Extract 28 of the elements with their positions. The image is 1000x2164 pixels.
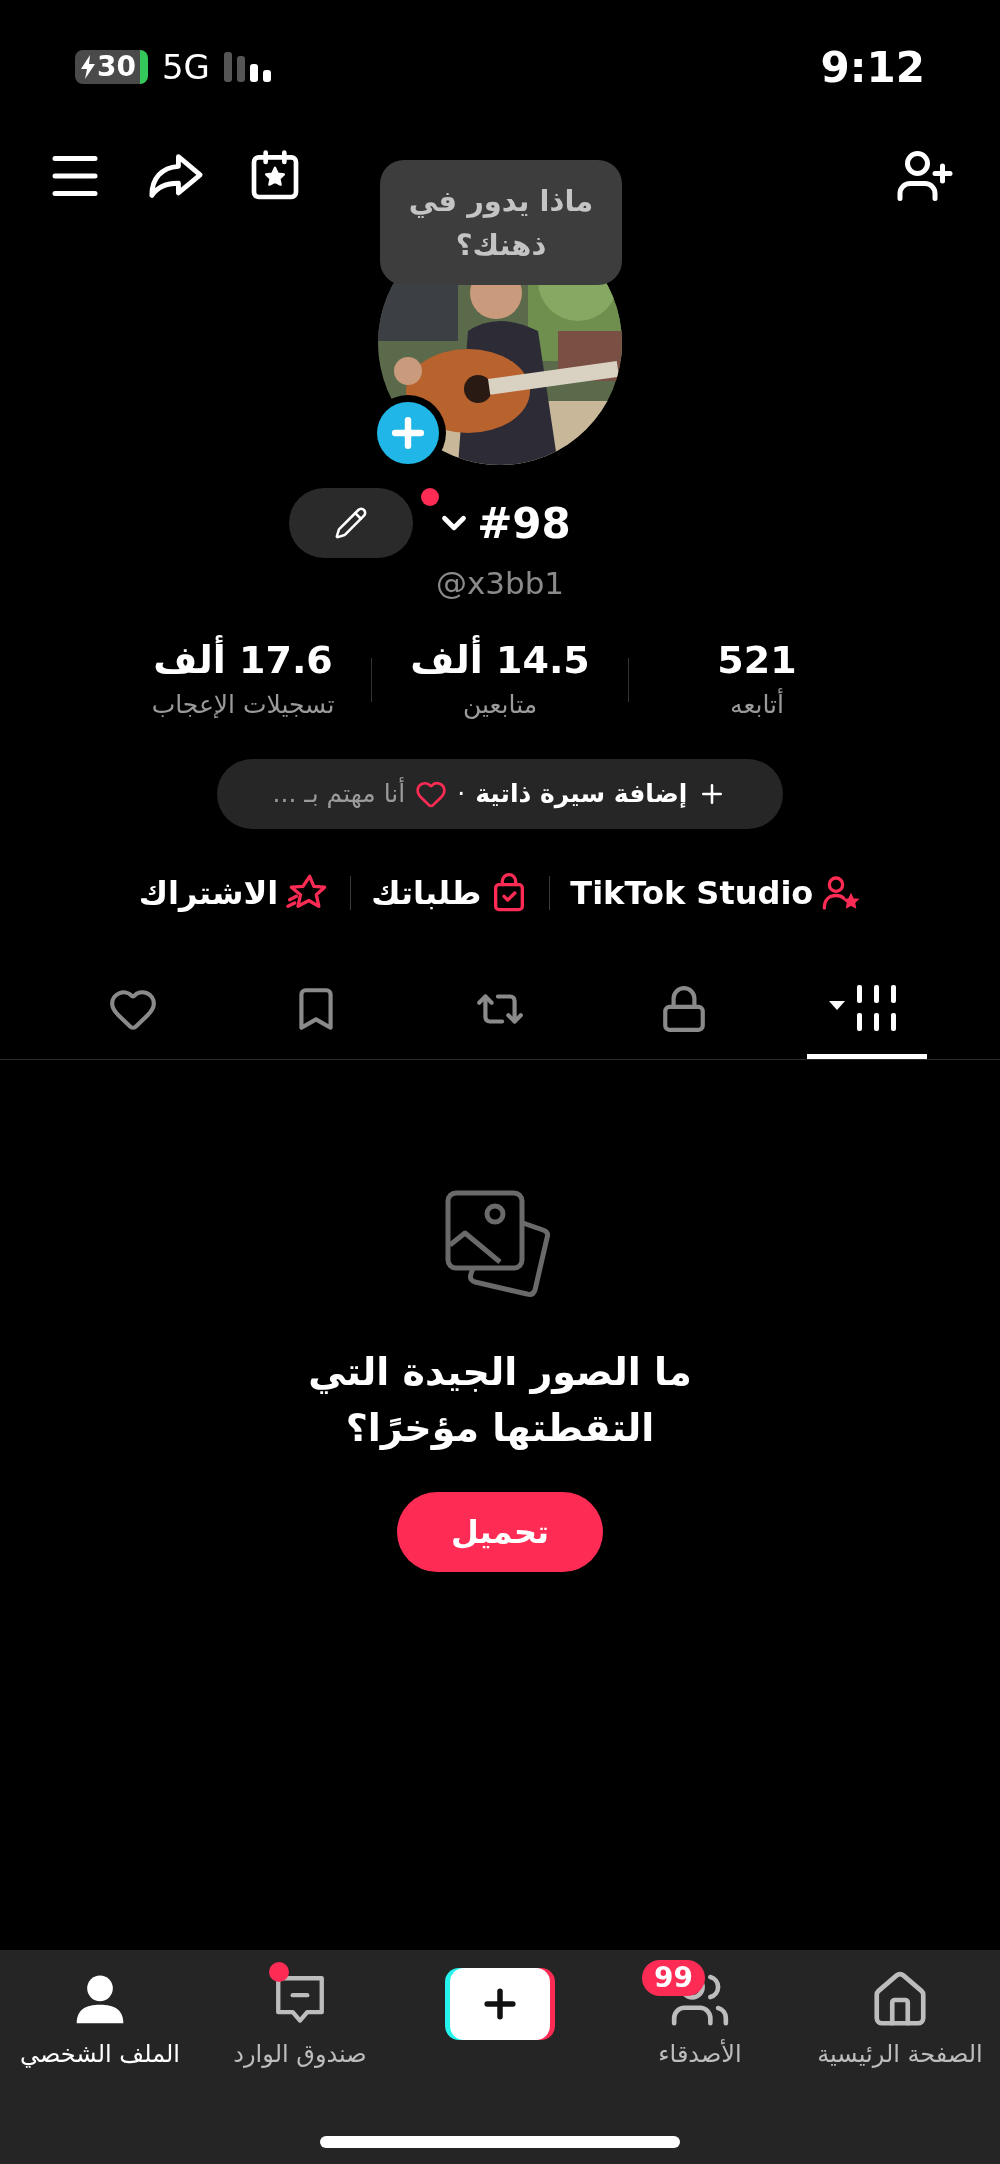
empty-state-title: ما الصور الجيدة التي التقطتها مؤخرًا؟ [307,1348,693,1452]
stat-label: تسجيلات الإعجاب [151,688,335,721]
stat-value: 17.6 ألف [153,634,333,684]
stat-value: 521 [717,636,797,684]
add-bio-button[interactable]: إضافة سيرة ذاتية · أنا مهتم بـ ... [217,758,783,829]
profile-link[interactable]: الاشتراك [138,868,331,917]
charging-bolt-icon [81,55,95,79]
note-tooltip[interactable]: ماذا يدور في ذهنك؟ [380,160,622,285]
profile-link[interactable]: TikTok Studio [570,868,862,917]
battery-level: 30 [97,49,136,85]
stat-label: متابعين [462,688,538,721]
nav-tab[interactable]: الصفحة الرئيسية [800,1950,1000,2072]
upload-button[interactable]: تحميل [397,1491,603,1572]
network-label: 5G [161,45,210,89]
signal-icon [223,52,274,82]
nav-tab[interactable]: صندوق الوارد [200,1950,400,2072]
notification-badge: 99 [642,1960,705,1996]
clock: 9:12 [820,41,925,94]
handle: @x3bb1 [435,564,565,603]
username: #98 [477,497,571,550]
profile-link[interactable]: طلباتك [371,868,530,917]
interests-label: أنا مهتم بـ ... [272,776,406,810]
separator: · [457,777,466,810]
stat-label: أتابعه [730,687,784,721]
add-bio-label: إضافة سيرة ذاتية [475,777,688,811]
pencil-icon [334,506,369,540]
stat-value: 14.5 ألف [410,634,590,684]
nav-tab[interactable]: الملف الشخصي [0,1950,200,2072]
